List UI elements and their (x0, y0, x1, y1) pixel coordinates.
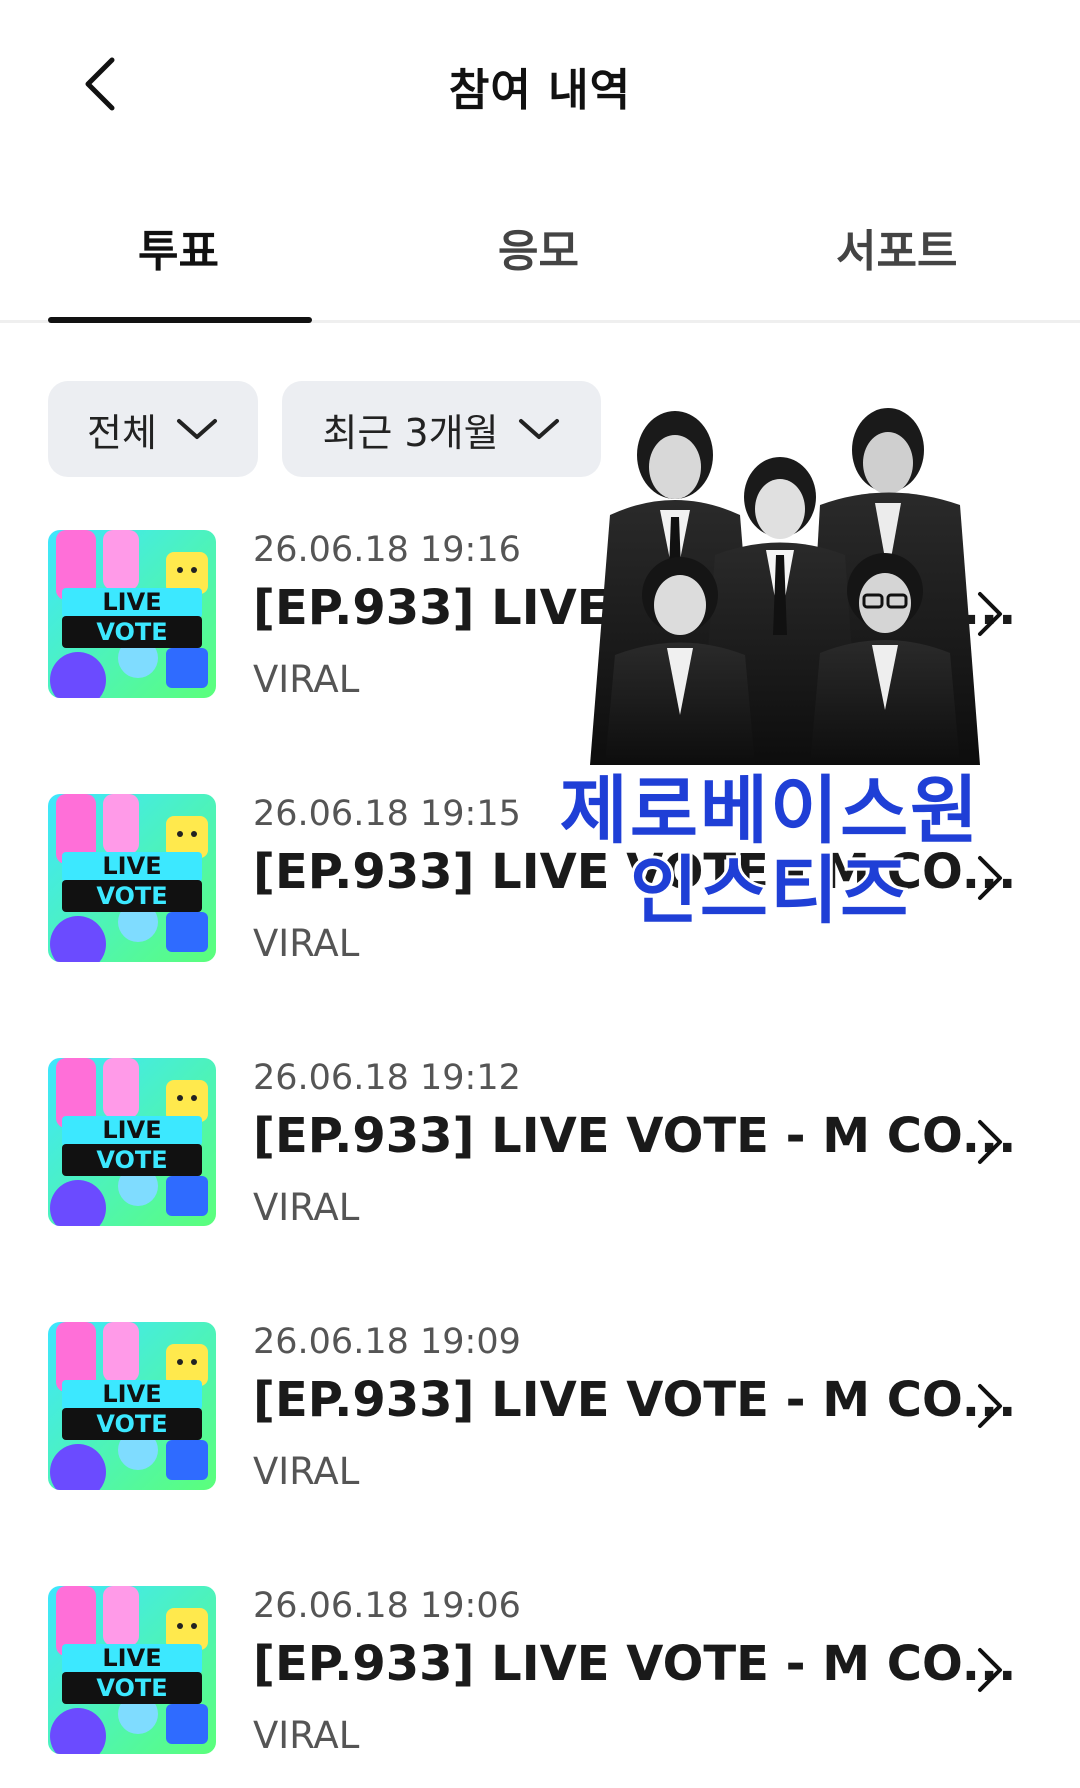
tab-active-indicator (48, 317, 312, 323)
item-date: 26.06.18 19:16 (253, 530, 521, 570)
category-filter-label: 전체 (87, 410, 157, 455)
promo-overlay-image[interactable]: 제로베이스원 인스티즈 (530, 405, 1010, 937)
list-item[interactable]: LIVE VOTE 26.06.18 19:12 [EP.933] LIVE V… (0, 1058, 1080, 1238)
item-title: [EP.933] LIVE VOTE - M CO... (253, 1372, 1017, 1428)
tab-entry[interactable]: 응모 (498, 215, 579, 279)
thumb-label-line2: VOTE (96, 618, 167, 646)
item-subtitle: VIRAL (253, 1186, 360, 1229)
page-title: 참여 내역 (448, 65, 632, 116)
tab-vote[interactable]: 투표 (138, 215, 219, 279)
tab-bar: 투표 응모 서포트 (0, 195, 1080, 323)
thumb-label-line2: VOTE (96, 1410, 167, 1438)
item-title: [EP.933] LIVE VOTE - M CO... (253, 1108, 1017, 1164)
chevron-down-icon (176, 419, 217, 439)
period-filter-label: 최근 3개월 (322, 410, 499, 455)
thumb-label-line1: LIVE (102, 1380, 161, 1408)
vote-thumbnail: LIVE VOTE (48, 1322, 216, 1490)
item-date: 26.06.18 19:12 (253, 1058, 521, 1098)
thumb-label-line1: LIVE (102, 1116, 161, 1144)
item-date: 26.06.18 19:09 (253, 1322, 521, 1362)
category-filter-dropdown[interactable]: 전체 (48, 381, 258, 477)
thumb-label-line2: VOTE (96, 882, 167, 910)
item-subtitle: VIRAL (253, 658, 360, 701)
chevron-right-icon[interactable] (970, 1380, 1010, 1432)
item-title: [EP.933] LIVE VOTE - M CO... (253, 1636, 1017, 1692)
thumb-label-line1: LIVE (102, 1644, 161, 1672)
item-date: 26.06.18 19:15 (253, 794, 521, 834)
item-date: 26.06.18 19:06 (253, 1586, 521, 1626)
chevron-right-icon[interactable] (970, 1644, 1010, 1696)
vote-thumbnail: LIVE VOTE (48, 1586, 216, 1754)
thumb-label-line1: LIVE (102, 588, 161, 616)
promo-caption-line2: 인스티즈 (627, 845, 911, 937)
list-item[interactable]: LIVE VOTE 26.06.18 19:06 [EP.933] LIVE V… (0, 1586, 1080, 1766)
list-item[interactable]: LIVE VOTE 26.06.18 19:09 [EP.933] LIVE V… (0, 1322, 1080, 1502)
tab-support[interactable]: 서포트 (836, 215, 957, 279)
thumb-label-line1: LIVE (102, 852, 161, 880)
item-subtitle: VIRAL (253, 922, 360, 965)
vote-thumbnail: LIVE VOTE (48, 1058, 216, 1226)
top-bar: 참여 내역 (0, 0, 1080, 170)
vote-thumbnail: LIVE VOTE (48, 530, 216, 698)
thumb-label-line2: VOTE (96, 1674, 167, 1702)
vote-thumbnail: LIVE VOTE (48, 794, 216, 962)
chevron-right-icon[interactable] (970, 1116, 1010, 1168)
thumb-label-line2: VOTE (96, 1146, 167, 1174)
item-subtitle: VIRAL (253, 1450, 360, 1493)
group-photo-illustration (590, 408, 980, 765)
item-subtitle: VIRAL (253, 1714, 360, 1757)
